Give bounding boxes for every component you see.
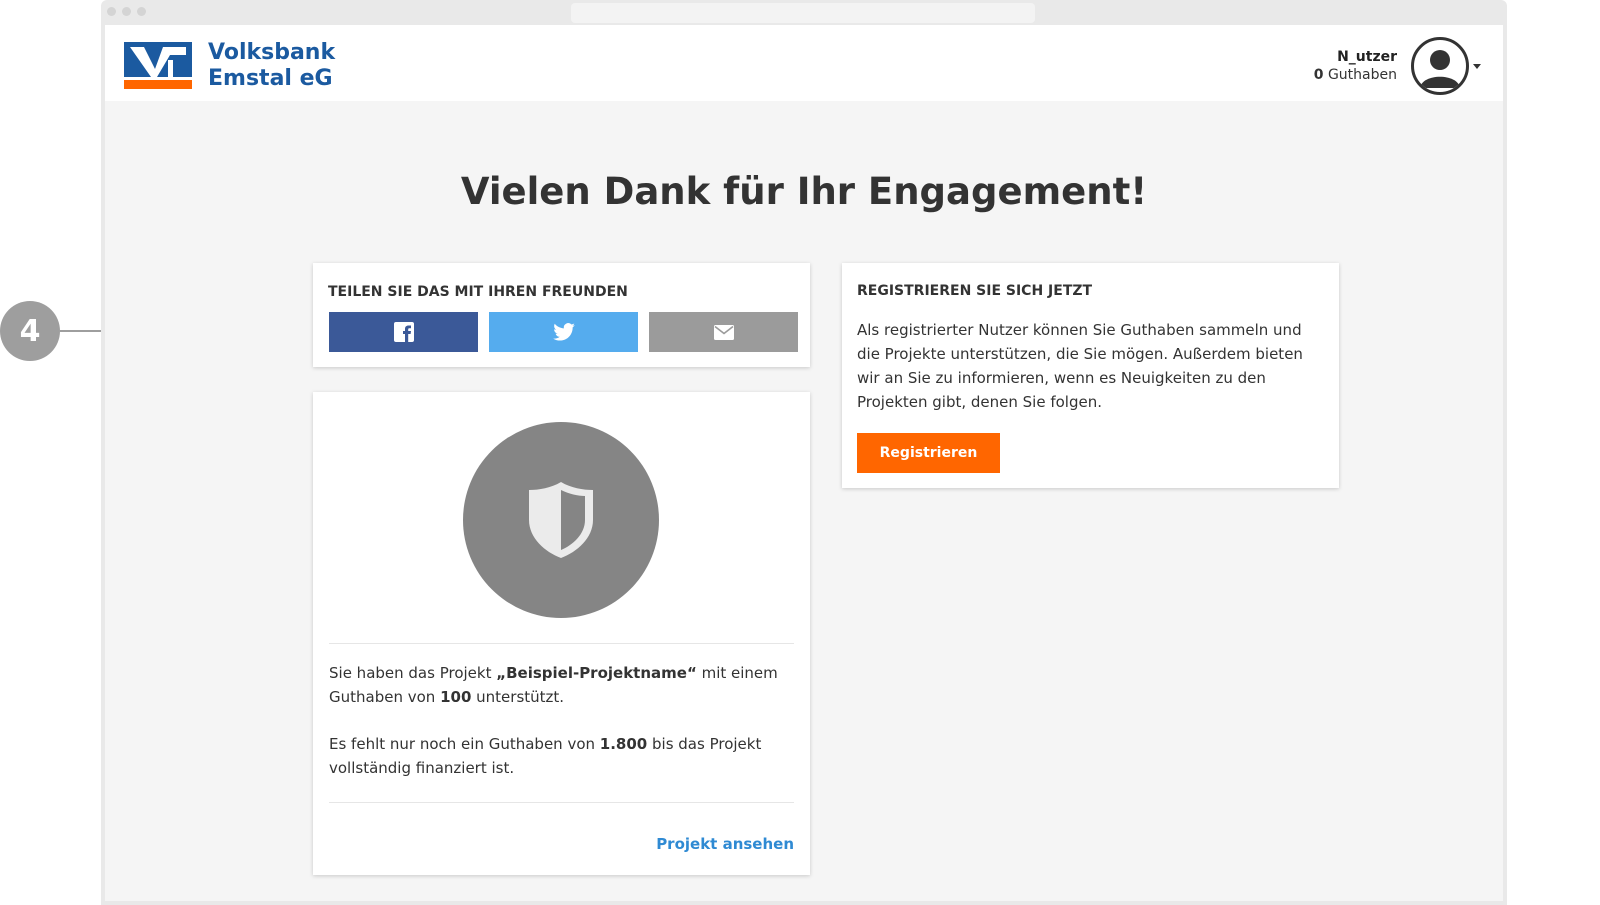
page-viewport: Volksbank Emstal eG N_utzer 0 Guthaben V… — [105, 25, 1503, 901]
window-controls — [107, 7, 146, 16]
register-card-title: REGISTRIEREN SIE SICH JETZT — [857, 283, 1093, 299]
twitter-icon — [552, 323, 575, 341]
page-title: Vielen Dank für Ihr Engagement! — [460, 170, 1148, 213]
view-project-link[interactable]: Projekt ansehen — [656, 835, 794, 853]
support-text: Sie haben das Projekt — [329, 664, 497, 682]
shield-icon — [529, 482, 593, 558]
remaining-amount: 1.800 — [599, 735, 648, 753]
site-header: Volksbank Emstal eG N_utzer 0 Guthaben — [105, 25, 1503, 101]
mail-icon — [713, 324, 734, 340]
project-image — [463, 422, 659, 618]
user-credit: 0 Guthaben — [1314, 66, 1397, 84]
brand-name-line2: Emstal eG — [208, 66, 333, 91]
address-bar[interactable] — [571, 3, 1035, 23]
browser-window: Volksbank Emstal eG N_utzer 0 Guthaben V… — [101, 0, 1507, 905]
register-button[interactable]: Registrieren — [857, 433, 1000, 473]
chevron-down-icon[interactable] — [1473, 63, 1481, 69]
brand-name-line1: Volksbank — [208, 40, 336, 65]
maximize-dot[interactable] — [137, 7, 146, 16]
twitter-share-button[interactable] — [489, 312, 638, 352]
facebook-share-button[interactable] — [329, 312, 478, 352]
user-credit-value: 0 — [1313, 67, 1324, 83]
register-card: REGISTRIEREN SIE SICH JETZT Als registri… — [842, 263, 1339, 488]
share-card: TEILEN SIE DAS MIT IHREN FREUNDEN — [313, 263, 810, 367]
avatar[interactable] — [1411, 37, 1469, 95]
user-credit-label: Guthaben — [1327, 67, 1397, 83]
funding-remaining: Es fehlt nur noch ein Guthaben von 1.800… — [329, 732, 794, 780]
user-menu[interactable]: N_utzer 0 Guthaben — [1314, 37, 1481, 95]
user-info: N_utzer 0 Guthaben — [1314, 48, 1397, 84]
brand-logo[interactable]: Volksbank Emstal eG — [124, 40, 335, 92]
share-card-title: TEILEN SIE DAS MIT IHREN FREUNDEN — [328, 284, 628, 300]
register-description: Als registrierter Nutzer können Sie Guth… — [857, 321, 1303, 411]
divider — [329, 643, 794, 644]
project-name: „Beispiel-Projektname“ — [496, 664, 697, 682]
funding-text: Es fehlt nur noch ein Guthaben von — [329, 735, 600, 753]
divider — [329, 802, 794, 803]
user-silhouette-icon — [1420, 50, 1460, 88]
support-text: unterstützt. — [471, 688, 565, 706]
support-amount: 100 — [440, 688, 472, 706]
share-buttons — [329, 312, 798, 352]
step-number-badge: 4 — [0, 301, 60, 361]
brand-name: Volksbank Emstal eG — [208, 40, 335, 92]
email-share-button[interactable] — [649, 312, 798, 352]
support-summary: Sie haben das Projekt „Beispiel-Projektn… — [329, 661, 794, 709]
volksbank-logo-icon — [124, 42, 194, 90]
minimize-dot[interactable] — [122, 7, 131, 16]
user-name: N_utzer — [1337, 49, 1397, 65]
close-dot[interactable] — [107, 7, 116, 16]
facebook-icon — [393, 322, 414, 342]
project-card: Sie haben das Projekt „Beispiel-Projektn… — [313, 392, 810, 875]
